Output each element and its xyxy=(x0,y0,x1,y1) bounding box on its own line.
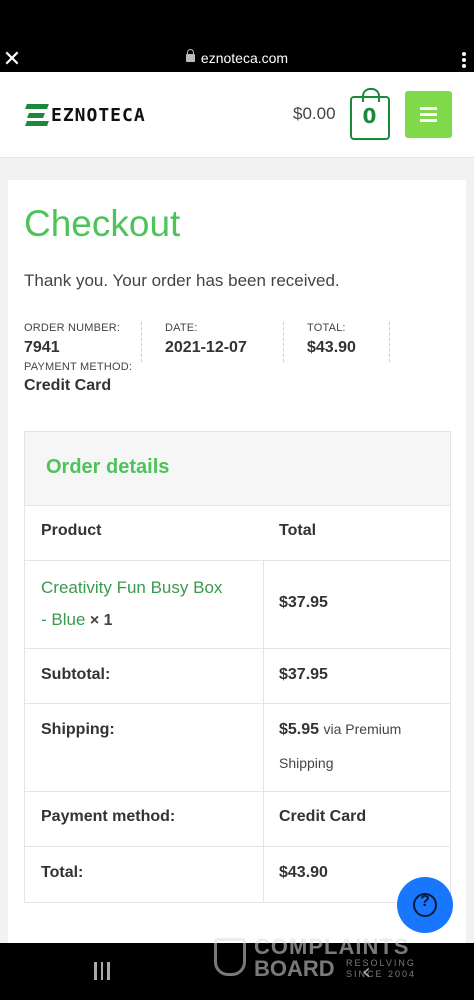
product-link[interactable]: Creativity Fun Busy Box xyxy=(41,578,222,598)
total-label: TOTAL: xyxy=(307,322,346,334)
payment-method: Credit Card xyxy=(24,377,112,394)
order-total: $43.90 xyxy=(307,339,356,356)
hamburger-icon xyxy=(420,107,437,110)
order-number: 7941 xyxy=(24,339,60,356)
browser-menu-button[interactable] xyxy=(462,52,466,68)
complaintsboard-watermark: COMPLAINTS BOARD RESOLVING SINCE 2004 xyxy=(212,930,432,981)
page-title: Checkout xyxy=(24,203,181,244)
cart-count: 0 xyxy=(362,104,377,128)
payment-method-label: PAYMENT METHOD: xyxy=(24,361,133,373)
recent-apps-icon[interactable] xyxy=(94,962,110,980)
help-button[interactable]: ? xyxy=(397,877,453,933)
subtotal-label: Subtotal: xyxy=(41,666,111,683)
payment-method-row-label: Payment method: xyxy=(41,808,176,825)
logo-mark-icon xyxy=(25,104,49,126)
overview-divider xyxy=(141,322,142,362)
address-bar[interactable]: eznoteca.com xyxy=(0,49,474,66)
subtotal-value: $37.95 xyxy=(279,666,328,683)
overview-divider xyxy=(389,322,390,362)
date-label: DATE: xyxy=(165,322,198,334)
cart-total[interactable]: $0.00 xyxy=(293,104,336,124)
product-quantity: × 1 xyxy=(89,612,113,629)
shipping-label: Shipping: xyxy=(41,721,115,738)
site-logo[interactable]: EZNOTECA xyxy=(25,102,166,128)
question-icon: ? xyxy=(420,893,430,910)
order-received-message: Thank you. Your order has been received. xyxy=(24,271,340,290)
total-row-value: $43.90 xyxy=(279,864,328,881)
product-total: $37.95 xyxy=(279,594,328,611)
shipping-method: via Premium xyxy=(323,721,402,737)
payment-method-row-value: Credit Card xyxy=(279,808,367,825)
shield-logo-icon xyxy=(214,938,246,976)
menu-button[interactable] xyxy=(405,91,452,138)
url-text: eznoteca.com xyxy=(200,50,289,66)
column-header-product: Product xyxy=(41,522,102,539)
total-row-label: Total: xyxy=(41,864,84,881)
overview-divider xyxy=(283,322,284,362)
column-header-total: Total xyxy=(279,522,317,539)
lock-icon xyxy=(185,49,195,62)
logo-text: EZNOTECA xyxy=(51,104,146,126)
order-details-title: Order details xyxy=(46,456,170,478)
order-date: 2021-12-07 xyxy=(165,339,247,356)
cart-bag-icon[interactable]: 0 xyxy=(350,88,390,140)
shipping-method-cont: Shipping xyxy=(279,755,334,771)
product-link-variant[interactable]: - Blue xyxy=(41,610,85,629)
shipping-amount: $5.95 xyxy=(279,721,320,738)
order-number-label: ORDER NUMBER: xyxy=(24,322,121,334)
